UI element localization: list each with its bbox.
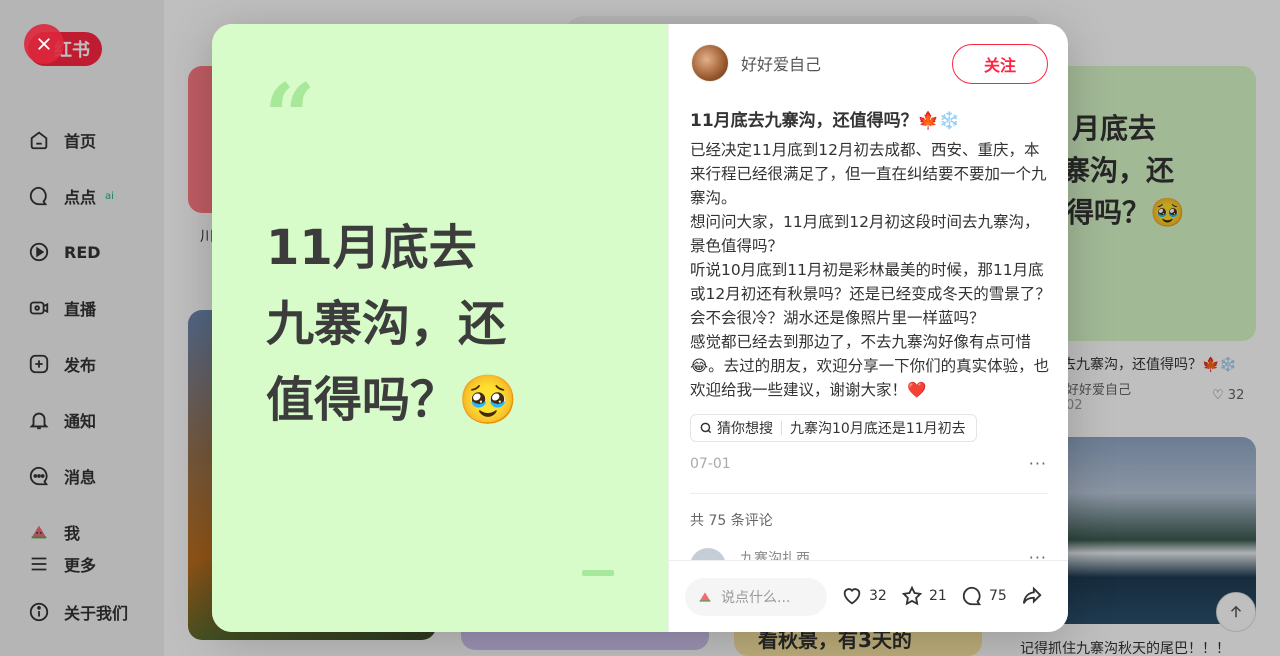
- divider: [781, 421, 782, 435]
- divider: [690, 493, 1048, 494]
- heart-icon: [843, 588, 861, 605]
- author-avatar[interactable]: [691, 44, 729, 82]
- comment-button[interactable]: 75: [961, 585, 1007, 607]
- star-icon: [901, 585, 923, 606]
- like-count: 32: [869, 588, 887, 604]
- collect-button[interactable]: 21: [901, 585, 947, 607]
- note-date: 07-01: [690, 456, 731, 472]
- author-name[interactable]: 好好爱自己: [741, 51, 821, 75]
- cover-title-line: 九寨沟，还: [266, 296, 507, 352]
- note-paragraph: 感觉都已经去到那边了，不去九寨沟好像有点可惜😂。去过的朋友，欢迎分享一下你们的真…: [690, 333, 1050, 399]
- note-paragraph: 听说10月底到11月初是彩林最美的时候，那11月底或12月初还有秋景吗？还是已经…: [690, 261, 1051, 327]
- like-button[interactable]: 32: [841, 585, 887, 607]
- cover-dash-decoration: [582, 570, 614, 576]
- note-more-button[interactable]: ···: [1029, 454, 1047, 473]
- comment-input-placeholder: 说点什么...: [721, 590, 791, 606]
- watermelon-avatar-icon: [699, 592, 711, 602]
- share-button[interactable]: [1021, 585, 1043, 607]
- note-title: 11月底去九寨沟，还值得吗？🍁❄️: [690, 111, 960, 131]
- note-paragraph: 已经决定11月底到12月初去成都、西安、重庆，本来行程已经很满足了，但一直在纠结…: [690, 141, 1047, 207]
- search-icon: [700, 422, 712, 434]
- author-info[interactable]: 好好爱自己: [691, 44, 821, 82]
- engagement-bar: 说点什么... 32 21 75: [669, 560, 1068, 632]
- quote-mark-icon: “: [264, 64, 316, 170]
- note-detail-modal: “ 11月底去 九寨沟，还 值得吗？🥹 好好爱自己 关注 11月底去九寨沟，还值…: [212, 24, 1068, 632]
- commenter-avatar[interactable]: [690, 548, 726, 560]
- search-suggestion[interactable]: 猜你想搜 九寨沟10月底还是11月初去: [690, 414, 977, 442]
- cover-title: 11月底去 九寨沟，还 值得吗？🥹: [266, 210, 586, 438]
- comment-count: 共 75 条评论: [690, 513, 773, 529]
- comment-icon: [962, 586, 982, 606]
- search-suggestion-query[interactable]: 九寨沟10月底还是11月初去: [790, 418, 966, 438]
- note-body: 已经决定11月底到12月初去成都、西安、重庆，本来行程已经很满足了，但一直在纠结…: [690, 138, 1052, 402]
- comment-input[interactable]: 说点什么...: [685, 578, 827, 616]
- cover-title-line: 11月底去: [266, 220, 477, 276]
- note-paragraph: 想问问大家，11月底到12月初这段时间去九寨沟，景色值得吗？: [690, 213, 1040, 255]
- follow-button[interactable]: 关注: [952, 44, 1048, 84]
- note-panel: 好好爱自己 关注 11月底去九寨沟，还值得吗？🍁❄️ 已经决定11月底到12月初…: [668, 24, 1068, 632]
- share-icon: [1022, 586, 1042, 604]
- close-button[interactable]: [24, 24, 64, 64]
- comment-more-button[interactable]: ···: [1029, 548, 1047, 560]
- close-icon: [38, 38, 50, 50]
- comment-count-value: 75: [989, 588, 1007, 604]
- search-suggestion-label: 猜你想搜: [717, 421, 773, 437]
- collect-count: 21: [929, 588, 947, 604]
- cover-title-line: 值得吗？🥹: [266, 372, 518, 428]
- commenter-name[interactable]: 九寨沟扎西: [740, 548, 810, 560]
- note-cover[interactable]: “ 11月底去 九寨沟，还 值得吗？🥹: [212, 24, 668, 632]
- note-scroll-area[interactable]: 11月底去九寨沟，还值得吗？🍁❄️ 已经决定11月底到12月初去成都、西安、重庆…: [669, 94, 1068, 560]
